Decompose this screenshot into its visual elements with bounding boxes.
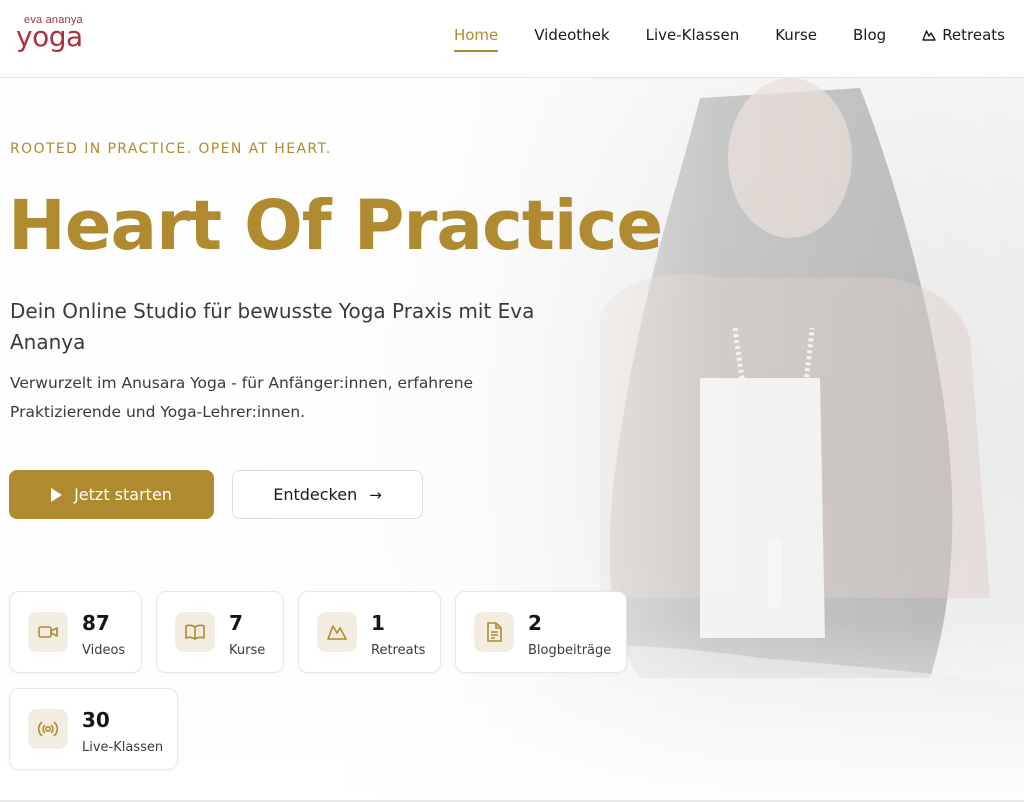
stat-card-live-klassen[interactable]: 30 Live-Klassen bbox=[9, 688, 178, 770]
mountain-icon bbox=[317, 612, 357, 652]
logo-big-text: yoga bbox=[16, 20, 83, 53]
hero-eyebrow: ROOTED IN PRACTICE. OPEN AT HEART. bbox=[10, 141, 332, 157]
nav-item-label: Videothek bbox=[534, 26, 610, 44]
discover-label: Entdecken bbox=[273, 485, 358, 504]
mountain-icon bbox=[922, 30, 936, 41]
nav-item-kurse[interactable]: Kurse bbox=[775, 26, 817, 52]
stat-value: 7 bbox=[229, 611, 243, 635]
open-book-icon bbox=[175, 612, 215, 652]
nav-item-label: Home bbox=[453, 26, 499, 44]
stat-label: Blogbeiträge bbox=[528, 643, 612, 658]
site-header: eva ananya yoga Home Videothek Live-Klas… bbox=[0, 0, 1024, 78]
start-now-button[interactable]: Jetzt starten bbox=[9, 470, 214, 519]
hero-title: Heart Of Practice bbox=[8, 186, 663, 266]
arrow-right-icon: → bbox=[369, 485, 382, 504]
nav-item-retreats[interactable]: Retreats bbox=[922, 26, 1005, 52]
nav-item-label: Kurse bbox=[775, 26, 818, 44]
video-camera-icon bbox=[28, 612, 68, 652]
nav-item-videothek[interactable]: Videothek bbox=[534, 26, 609, 52]
stat-card-videos[interactable]: 87 Videos bbox=[9, 591, 142, 673]
stat-label: Live-Klassen bbox=[82, 740, 164, 755]
site-logo[interactable]: eva ananya yoga bbox=[14, 14, 94, 64]
nav-item-label: Live-Klassen bbox=[645, 26, 740, 44]
stat-label: Kurse bbox=[229, 643, 266, 658]
stat-card-kurse[interactable]: 7 Kurse bbox=[156, 591, 284, 673]
nav-item-label: Blog bbox=[853, 26, 887, 44]
hero-description: Verwurzelt im Anusara Yoga - für Anfänge… bbox=[10, 374, 474, 421]
nav-item-label: Retreats bbox=[942, 26, 1005, 44]
start-now-label: Jetzt starten bbox=[74, 485, 172, 504]
nav-item-blog[interactable]: Blog bbox=[853, 26, 886, 52]
discover-button[interactable]: Entdecken → bbox=[232, 470, 423, 519]
stat-value: 87 bbox=[82, 611, 110, 635]
nav-item-home[interactable]: Home bbox=[453, 26, 499, 52]
stat-card-retreats[interactable]: 1 Retreats bbox=[298, 591, 441, 673]
broadcast-icon bbox=[28, 709, 68, 749]
stat-card-blogbeitraege[interactable]: 2 Blogbeiträge bbox=[455, 591, 627, 673]
nav-item-live-klassen[interactable]: Live-Klassen bbox=[646, 26, 740, 52]
main-navigation: Home Videothek Live-Klassen Kurse Blog R… bbox=[418, 26, 1005, 52]
stat-value: 1 bbox=[371, 611, 385, 635]
stat-value: 30 bbox=[82, 708, 110, 732]
document-icon bbox=[474, 612, 514, 652]
stat-value: 2 bbox=[528, 611, 542, 635]
play-icon bbox=[51, 487, 63, 502]
stat-label: Retreats bbox=[371, 643, 426, 658]
hero-subtitle: Dein Online Studio für bewusste Yoga Pra… bbox=[10, 299, 535, 354]
stat-label: Videos bbox=[82, 643, 126, 658]
